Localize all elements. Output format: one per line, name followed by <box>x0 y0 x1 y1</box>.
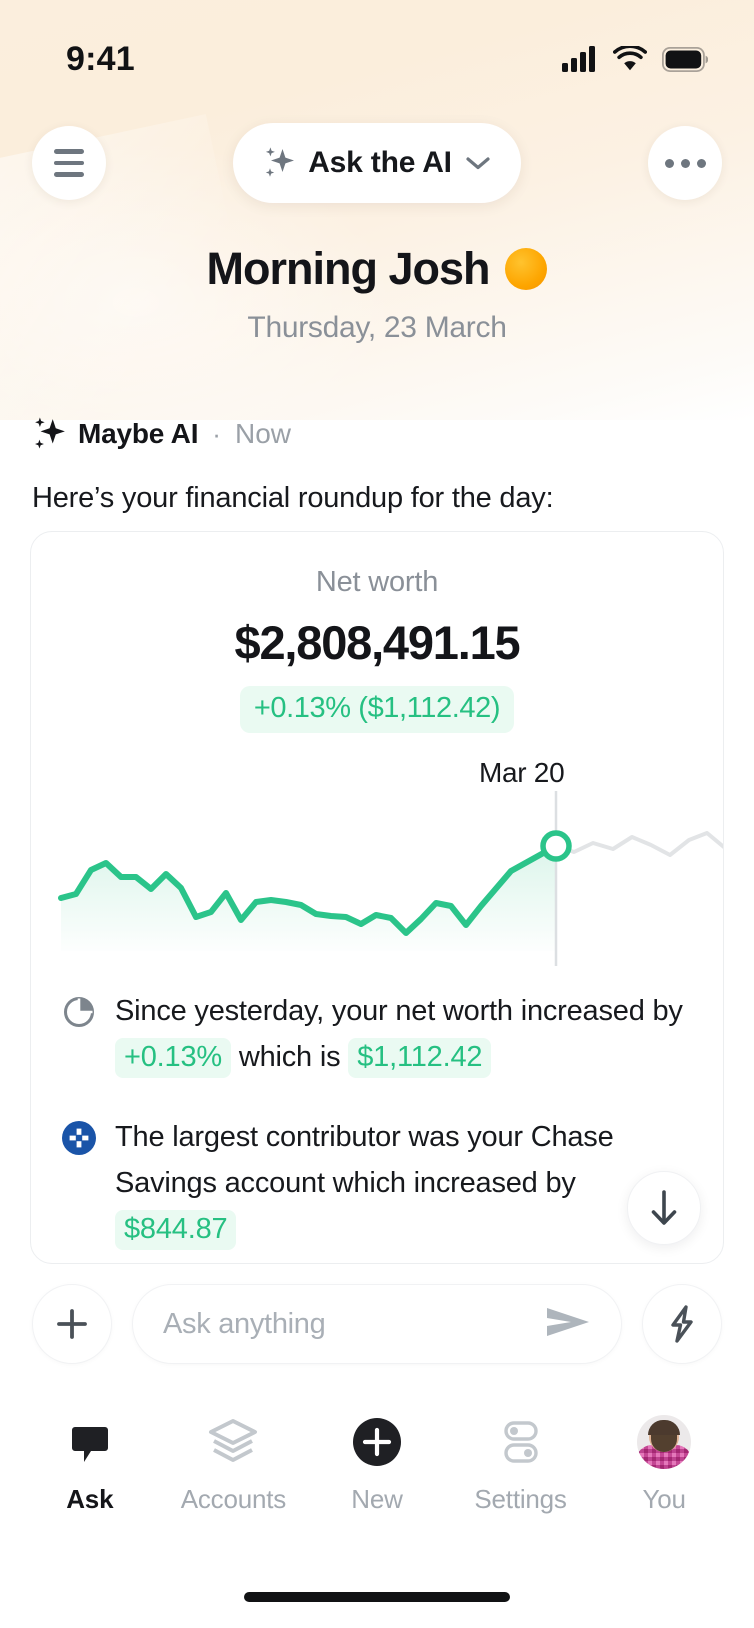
ai-sender-name: Maybe AI <box>78 418 199 449</box>
send-arrow-icon <box>547 1307 589 1336</box>
insights-list: Since yesterday, your net worth increase… <box>31 966 723 1252</box>
avatar <box>637 1415 692 1469</box>
top-navigation-bar: Ask the AI <box>0 123 754 203</box>
net-worth-change-wrap: +0.13% ($1,112.42) <box>31 686 723 733</box>
layers-icon <box>207 1414 259 1470</box>
send-button[interactable] <box>541 1302 595 1347</box>
more-options-button[interactable] <box>648 126 722 200</box>
more-horizontal-icon <box>664 158 706 168</box>
nav-item-accounts[interactable]: Accounts <box>163 1414 303 1515</box>
pie-chart-icon <box>61 994 97 1030</box>
insight-highlight-chase-amount: $844.87 <box>115 1210 237 1250</box>
sparkle-icon <box>266 147 295 177</box>
bottom-navigation-bar: Ask Accounts New Settings You <box>0 1392 754 1542</box>
chart-line-projected <box>554 831 723 857</box>
message-composer <box>0 1283 754 1365</box>
nav-label-you: You <box>642 1484 686 1514</box>
sliders-icon <box>495 1414 547 1470</box>
nav-item-ask[interactable]: Ask <box>20 1414 160 1515</box>
insight-text-1a: Since yesterday, your net worth increase… <box>115 995 683 1027</box>
insight-text-chase: The largest contributor was your Chase S… <box>115 1114 693 1252</box>
insight-highlight-amount: $1,112.42 <box>348 1038 492 1078</box>
nav-item-settings[interactable]: Settings <box>451 1414 591 1515</box>
insight-item-net-worth: Since yesterday, your net worth increase… <box>61 988 693 1080</box>
status-bar: 9:41 <box>0 0 754 96</box>
plus-circle-icon <box>350 1414 404 1470</box>
search-input[interactable] <box>163 1307 500 1341</box>
signal-bars-icon <box>562 46 595 72</box>
menu-button[interactable] <box>32 126 106 200</box>
sparkle-icon <box>35 417 65 449</box>
page-title: Morning Josh <box>206 243 491 294</box>
greeting-title-row: Morning Josh <box>0 243 754 295</box>
greeting-date: Thursday, 23 March <box>247 311 507 344</box>
home-indicator <box>244 1592 510 1602</box>
chase-logo-icon <box>61 1120 97 1156</box>
chat-bubble-icon <box>66 1414 114 1470</box>
status-icons-group <box>562 46 708 72</box>
nav-item-you[interactable]: You <box>594 1414 734 1515</box>
insight-highlight-percent: +0.13% <box>115 1038 231 1078</box>
ask-the-ai-label: Ask the AI <box>308 146 452 179</box>
net-worth-chart[interactable]: Mar 20 <box>31 751 723 966</box>
plus-icon <box>57 1309 87 1339</box>
ai-intro-text: Here’s your financial roundup for the da… <box>32 482 554 514</box>
insight-text-2a: The largest contributor was your Chase S… <box>115 1121 614 1199</box>
insight-text-net-worth: Since yesterday, your net worth increase… <box>115 988 693 1080</box>
ai-message-block: Maybe AI · Now Here’s your financial rou… <box>32 412 722 515</box>
avatar-icon <box>637 1414 692 1470</box>
nav-item-new[interactable]: New <box>307 1414 447 1515</box>
chart-point-date-label: Mar 20 <box>479 757 565 788</box>
lightning-bolt-icon <box>671 1305 693 1343</box>
add-attachment-button[interactable] <box>32 1284 112 1364</box>
battery-full-icon <box>662 46 708 72</box>
insight-text-1b: which is <box>238 1041 341 1073</box>
nav-label-accounts: Accounts <box>180 1484 287 1514</box>
net-worth-change-badge: +0.13% ($1,112.42) <box>239 686 515 733</box>
ai-timestamp: Now <box>234 418 291 449</box>
insight-item-chase: The largest contributor was your Chase S… <box>61 1114 693 1252</box>
status-time: 9:41 <box>66 39 135 78</box>
ai-separator: · <box>212 418 221 449</box>
sun-emoji <box>505 248 548 290</box>
ask-input-wrapper[interactable] <box>132 1284 622 1364</box>
scroll-down-button[interactable] <box>627 1171 701 1245</box>
net-worth-card: Net worth $2,808,491.15 +0.13% ($1,112.4… <box>30 531 724 1264</box>
net-worth-label: Net worth <box>315 566 439 598</box>
wifi-icon <box>613 46 647 71</box>
nav-label-settings: Settings <box>474 1484 567 1514</box>
nav-label-ask: Ask <box>66 1484 114 1514</box>
quick-actions-button[interactable] <box>642 1284 722 1364</box>
chevron-down-icon <box>466 157 490 170</box>
ai-sender-row: Maybe AI · Now <box>32 412 722 456</box>
ask-the-ai-dropdown[interactable]: Ask the AI <box>233 123 521 203</box>
chart-svg <box>58 791 723 966</box>
arrow-down-icon <box>651 1190 677 1225</box>
nav-label-new: New <box>351 1484 403 1514</box>
net-worth-amount: $2,808,491.15 <box>234 616 521 669</box>
chart-marker-point <box>540 830 572 862</box>
greeting-block: Morning Josh Thursday, 23 March <box>0 243 754 345</box>
hamburger-menu-icon <box>54 149 84 177</box>
chart-area-fill <box>61 846 556 951</box>
phone-screen: 9:41 Ask the AI Morning Josh Thursday, 2… <box>0 0 754 1628</box>
